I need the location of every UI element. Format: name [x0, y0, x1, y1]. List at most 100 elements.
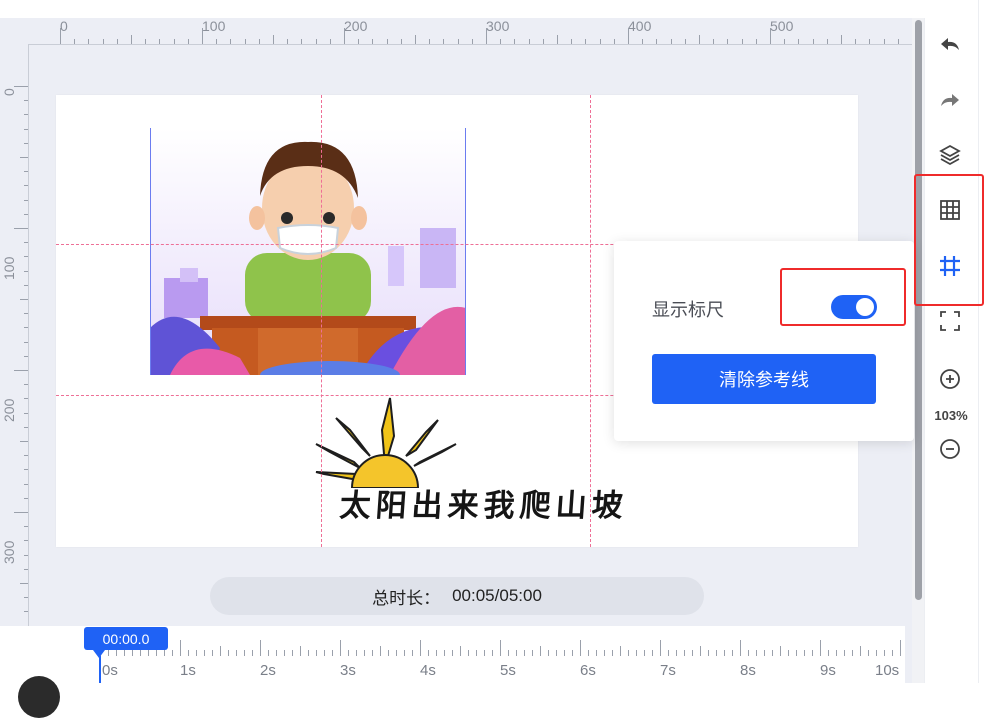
clear-guides-button[interactable]: 清除参考线	[652, 354, 876, 404]
ruler-h-tick	[230, 39, 232, 44]
timeline-tick	[764, 650, 765, 656]
ruler-h-tick	[542, 39, 544, 44]
timeline-label: 4s	[420, 662, 436, 679]
timeline-tick	[844, 650, 845, 656]
timeline-tick	[468, 650, 469, 656]
redo-button[interactable]	[931, 83, 969, 117]
ruler-h-tick	[883, 39, 885, 44]
guide-line-vertical[interactable]	[590, 95, 591, 547]
ruler-h-tick	[116, 39, 118, 44]
zoom-in-icon	[940, 369, 960, 389]
timeline-tick	[436, 650, 437, 656]
timeline-tick	[716, 650, 717, 656]
ruler-h-tick	[869, 39, 871, 44]
timeline-tick	[372, 650, 373, 656]
ruler-v-label: 0	[1, 88, 17, 96]
ruler-h-tick	[897, 39, 899, 44]
timeline-tick	[780, 646, 781, 656]
ruler-v-tick	[24, 199, 28, 201]
playhead-time[interactable]: 00:00.0	[84, 627, 168, 650]
timeline-tick	[724, 650, 725, 656]
ruler-h-tick	[528, 39, 530, 44]
horizontal-ruler[interactable]: 0 100 200 300 400 500	[28, 18, 942, 45]
timeline-tick	[148, 650, 149, 656]
ruler-h-tick	[741, 39, 743, 44]
zoom-in-button[interactable]	[931, 362, 969, 396]
timeline-tick	[772, 650, 773, 656]
timeline-tick	[388, 650, 389, 656]
ruler-h-label: 200	[344, 18, 368, 34]
zoom-level: 103%	[934, 408, 968, 423]
timeline-tick	[588, 650, 589, 656]
timeline-tick	[156, 650, 157, 656]
playhead-line[interactable]	[99, 656, 101, 683]
timeline-tick	[636, 650, 637, 656]
layers-button[interactable]	[931, 138, 969, 172]
timeline-tick	[652, 650, 653, 656]
guide-line-vertical[interactable]	[321, 95, 322, 547]
timeline-tick	[180, 640, 181, 656]
timeline-tick	[852, 650, 853, 656]
ruler-h-tick	[571, 39, 573, 44]
ruler-h-tick	[457, 39, 459, 44]
selection-edge-right[interactable]	[465, 128, 466, 375]
ruler-v-tick	[24, 171, 28, 173]
show-ruler-label: 显示标尺	[652, 300, 724, 320]
teacher-illustration[interactable]	[150, 128, 466, 375]
ruler-v-tick	[24, 284, 28, 286]
ruler-h-tick	[329, 39, 331, 44]
ruler-h-tick	[202, 28, 203, 44]
timeline-tick	[868, 650, 869, 656]
ruler-h-tick	[258, 39, 260, 44]
vertical-ruler[interactable]: 0 100 200 300 0	[0, 44, 29, 684]
timeline-tick	[164, 650, 165, 656]
timeline-tick	[684, 650, 685, 656]
ruler-h-tick	[727, 39, 729, 44]
duration-label: 总时长：	[372, 588, 441, 608]
timeline-label: 7s	[660, 662, 676, 679]
ruler-h-label: 500	[770, 18, 794, 34]
ruler-v-tick	[24, 313, 28, 315]
ruler-v-tick	[24, 398, 28, 400]
undo-button[interactable]	[931, 27, 969, 61]
ruler-h-label: 400	[628, 18, 652, 34]
ruler-h-tick	[372, 39, 374, 44]
timeline-tick	[900, 640, 901, 656]
timeline-tick	[828, 650, 829, 656]
right-toolbar	[924, 18, 979, 683]
zoom-out-button[interactable]	[931, 432, 969, 466]
timeline-label: 8s	[740, 662, 756, 679]
timeline-tick	[644, 650, 645, 656]
ruler-h-tick	[386, 39, 388, 44]
highlight-box-toolbar	[914, 174, 984, 306]
selection-edge-left[interactable]	[150, 128, 151, 375]
ruler-h-label: 300	[486, 18, 510, 34]
ruler-h-tick	[145, 39, 147, 44]
teacher-illustration-art	[150, 128, 466, 375]
total-duration: 总时长： 00:05/05:00	[210, 577, 704, 615]
timeline-tick	[340, 640, 341, 656]
ruler-v-tick	[24, 185, 28, 187]
sun-caption-text[interactable]: 太阳出来我爬山坡	[338, 480, 629, 525]
timeline-tick	[796, 650, 797, 656]
scrollbar-thumb[interactable]	[915, 20, 922, 600]
ruler-v-tick	[24, 242, 28, 244]
timeline-tick	[308, 650, 309, 656]
ruler-h-tick	[798, 39, 800, 44]
timeline-tick	[564, 650, 565, 656]
timeline-tick	[252, 650, 253, 656]
ruler-h-tick	[826, 39, 828, 44]
fullscreen-button[interactable]	[931, 304, 969, 338]
sun-graphic[interactable]	[310, 396, 460, 488]
timeline-tick	[212, 650, 213, 656]
zoom-out-icon	[940, 439, 960, 459]
timeline-tick	[236, 650, 237, 656]
ruler-h-tick	[642, 39, 644, 44]
ruler-v-tick	[14, 370, 28, 371]
timeline-tick	[820, 640, 821, 656]
ruler-v-tick	[24, 213, 28, 215]
ruler-v-tick	[24, 554, 28, 556]
play-button[interactable]	[18, 676, 60, 718]
timeline-tick	[732, 650, 733, 656]
timeline-tick	[612, 650, 613, 656]
